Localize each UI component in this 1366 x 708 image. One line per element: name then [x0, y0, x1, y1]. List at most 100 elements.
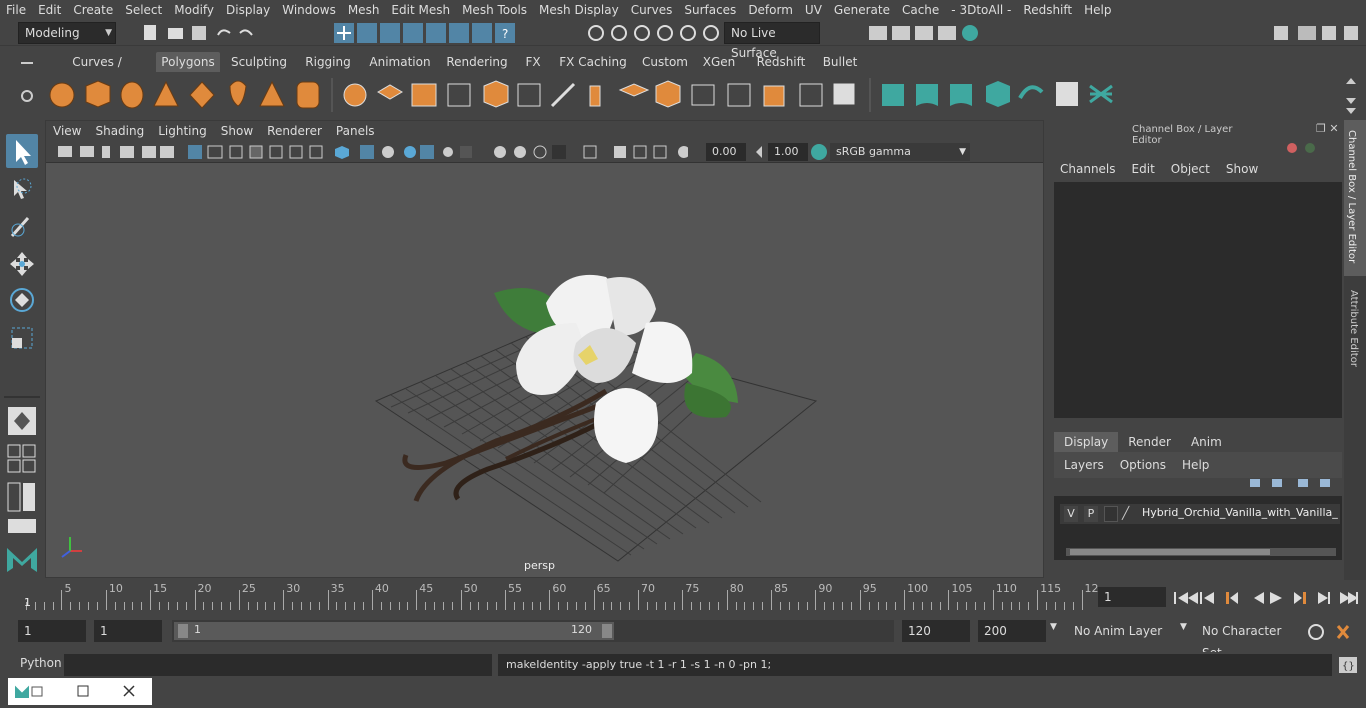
chevron-down-icon[interactable]: ▼ [1180, 622, 1194, 632]
viewport-menu-item[interactable]: Renderer [260, 124, 329, 138]
anim-layer-dropdown[interactable]: No Anim Layer [1068, 620, 1180, 642]
end-time-field[interactable]: 200 [978, 620, 1046, 642]
shelf-tab[interactable]: XGen [700, 52, 738, 72]
channel-list[interactable] [1054, 182, 1342, 418]
channel-box-side-tab[interactable]: Channel Box / Layer Editor [1344, 120, 1366, 276]
script-editor-icon[interactable]: {} [1338, 656, 1358, 674]
menu-item[interactable]: Surfaces [678, 0, 742, 20]
scale-tool-icon[interactable] [8, 324, 36, 352]
layout-quad-icon[interactable] [7, 444, 37, 474]
move-tool-icon[interactable] [8, 250, 36, 278]
layer-action-icons[interactable] [1244, 474, 1334, 492]
current-frame-field[interactable]: 1 [1098, 587, 1166, 607]
shelf-tab[interactable]: Animation [366, 52, 434, 72]
menu-item[interactable]: Mesh Display [533, 0, 625, 20]
shelf-tab[interactable]: Rigging [300, 52, 356, 72]
layer-name[interactable]: Hybrid_Orchid_Vanilla_with_Vanilla_Sti [1142, 506, 1338, 519]
range-slider-handle[interactable]: 1 120 [174, 622, 614, 640]
playback-end-field[interactable]: 120 [902, 620, 970, 642]
shelf-tab[interactable]: Bullet [818, 52, 862, 72]
start-time-field[interactable]: 1 [18, 620, 86, 642]
menu-item[interactable]: Edit [32, 0, 67, 20]
minimized-window[interactable] [8, 678, 152, 705]
rotate-tool-icon[interactable] [8, 286, 36, 314]
channel-menu-item[interactable]: Object [1171, 162, 1210, 176]
lasso-tool-icon[interactable] [8, 176, 36, 204]
range-slider[interactable]: 1 120 [172, 620, 894, 642]
shelf-tab[interactable]: Custom [637, 52, 693, 72]
shelf-tab[interactable]: Redshift [752, 52, 810, 72]
layer-display-type[interactable] [1104, 506, 1118, 522]
menu-item[interactable]: Deform [742, 0, 799, 20]
menu-item[interactable]: Cache [896, 0, 945, 20]
render-icons[interactable] [866, 22, 986, 44]
snap-icons[interactable] [586, 22, 722, 44]
character-set-dropdown[interactable]: No Character Set [1196, 620, 1300, 660]
menu-item[interactable]: UV [799, 0, 828, 20]
layer-menu-item[interactable]: Options [1120, 458, 1166, 472]
viewport-menu-item[interactable]: Shading [88, 124, 151, 138]
file-icons[interactable] [140, 23, 260, 43]
window-controls[interactable] [8, 678, 152, 705]
menu-item[interactable]: Mesh Tools [456, 0, 533, 20]
select-tool-button[interactable] [6, 134, 38, 168]
layout-two-pane-icon[interactable] [7, 482, 37, 512]
layer-tab[interactable]: Anim [1181, 432, 1232, 452]
channel-options-icons[interactable] [1284, 140, 1324, 156]
color-space-dropdown[interactable]: sRGB gamma ▼ [830, 143, 970, 161]
menu-item[interactable]: File [0, 0, 32, 20]
shelf-tab[interactable]: FX [520, 52, 546, 72]
close-icon[interactable]: ❐ ✕ [1316, 122, 1342, 136]
layout-outliner-icon[interactable] [7, 518, 37, 534]
script-language-label[interactable]: Python [20, 656, 62, 670]
menu-item[interactable]: Help [1078, 0, 1117, 20]
gamma-icon[interactable] [752, 144, 766, 160]
scene-canvas[interactable]: persp [46, 163, 1043, 577]
color-management-icon[interactable] [810, 143, 828, 161]
channel-menu-item[interactable]: Show [1226, 162, 1258, 176]
menu-item[interactable]: Select [119, 0, 168, 20]
selection-mask-icons[interactable]: ? [332, 22, 562, 44]
exposure-field[interactable]: 0.00 [706, 143, 746, 161]
workspace-icons[interactable] [1270, 22, 1364, 44]
menu-item[interactable]: Generate [828, 0, 896, 20]
layer-visibility-toggle[interactable]: V [1064, 506, 1078, 522]
gamma-field[interactable]: 1.00 [768, 143, 808, 161]
attribute-editor-side-tab[interactable]: Attribute Editor [1344, 286, 1366, 386]
shelf-tab[interactable]: Sculpting [228, 52, 290, 72]
shelf-tab[interactable]: Rendering [442, 52, 512, 72]
viewport-toolbar-icons[interactable] [58, 144, 688, 160]
menu-item[interactable]: Display [220, 0, 276, 20]
layer-scrollbar[interactable] [1066, 548, 1336, 556]
shelf-tab[interactable]: Polygons [156, 52, 220, 72]
layer-tab[interactable]: Render [1118, 432, 1181, 452]
menu-item[interactable]: - 3DtoAll - [945, 0, 1017, 20]
viewport-panel[interactable]: View Shading Lighting Show Renderer Panels 0.… [45, 120, 1044, 578]
shelf-menu-icon[interactable] [18, 56, 38, 116]
menu-item[interactable]: Curves [625, 0, 679, 20]
shelf-tab[interactable]: FX Caching [556, 52, 630, 72]
preferences-icons[interactable] [1306, 622, 1358, 642]
viewport-menu-item[interactable]: Lighting [151, 124, 214, 138]
shelf-icons[interactable] [44, 72, 1366, 118]
menu-item[interactable]: Create [67, 0, 119, 20]
menu-item[interactable]: Redshift [1017, 0, 1078, 20]
layer-menu-item[interactable]: Layers [1064, 458, 1104, 472]
layer-playback-toggle[interactable]: P [1084, 506, 1098, 522]
layout-single-icon[interactable] [7, 406, 37, 436]
layer-menu-item[interactable]: Help [1182, 458, 1209, 472]
menu-item[interactable]: Edit Mesh [385, 0, 456, 20]
chevron-down-icon[interactable]: ▼ [1050, 622, 1064, 632]
mode-dropdown[interactable]: Modeling ▼ [18, 22, 116, 44]
command-input[interactable] [64, 654, 492, 676]
paint-select-icon[interactable] [8, 212, 36, 240]
viewport-menu-item[interactable]: View [46, 124, 88, 138]
layer-color-slash[interactable]: ╱ [1122, 506, 1136, 522]
live-surface-field[interactable]: No Live Surface [724, 22, 820, 60]
time-slider-track[interactable]: 5 10 15 20 25 30 35 40 45 50 55 60 65 70 75 80 85 90 95 100… [18, 582, 1099, 612]
menu-item[interactable]: Modify [168, 0, 220, 20]
shelf-tab[interactable]: Curves / Surfaces [48, 52, 146, 89]
layer-row[interactable]: V P ╱ Hybrid_Orchid_Vanilla_with_Vanilla… [1060, 504, 1340, 524]
viewport-menu-item[interactable]: Show [214, 124, 260, 138]
channel-menu-item[interactable]: Channels [1060, 162, 1116, 176]
